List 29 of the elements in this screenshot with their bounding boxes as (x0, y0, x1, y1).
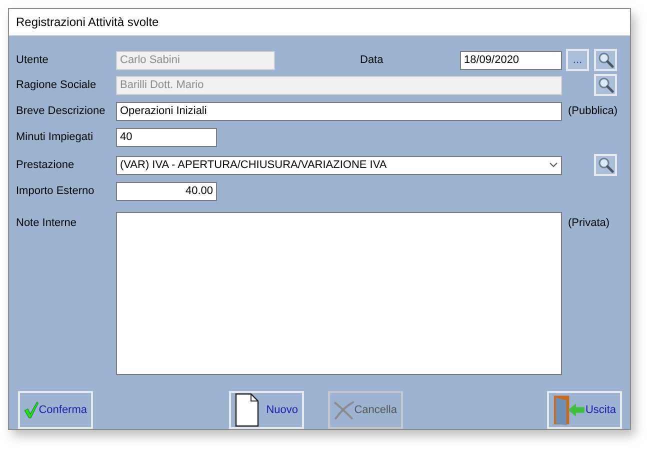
window-title: Registrazioni Attività svolte (16, 14, 159, 31)
search-button[interactable] (594, 154, 617, 176)
action-button[interactable]: Nuovo (229, 391, 304, 429)
service-dropdown[interactable]: (VAR) IVA - APERTURA/CHIUSURA/VARIAZIONE IVA (116, 156, 562, 174)
search-icon (598, 77, 614, 93)
field-label: Data (360, 52, 384, 68)
field-label: Importo Esterno (16, 184, 96, 199)
field-label: Prestazione (16, 158, 76, 173)
private-note: (Privata) (568, 216, 610, 231)
chevron-down-icon (549, 162, 558, 168)
field-label: Note Interne (16, 216, 78, 231)
amount-field[interactable]: 40.00 (116, 182, 217, 200)
action-button[interactable]: Conferma (18, 391, 93, 429)
search-icon (598, 157, 614, 173)
field-label: Breve Descrizione (16, 104, 106, 119)
date-field[interactable]: 18/09/2020 (460, 50, 562, 70)
search-icon (598, 52, 614, 68)
field-label: Ragione Sociale (16, 78, 98, 93)
description-field[interactable]: Operazioni Iniziali (116, 102, 562, 120)
date-picker-button[interactable]: ... (566, 49, 589, 71)
minutes-field[interactable]: 40 (116, 128, 217, 146)
search-button[interactable] (594, 74, 617, 96)
field-label: Utente (16, 52, 50, 68)
field-label: Minuti Impiegati (16, 130, 94, 145)
door-icon (553, 393, 586, 427)
document-icon (235, 393, 259, 427)
search-button[interactable] (594, 49, 617, 71)
action-button[interactable]: Uscita (547, 391, 622, 429)
public-note: (Pubblica) (568, 104, 618, 119)
